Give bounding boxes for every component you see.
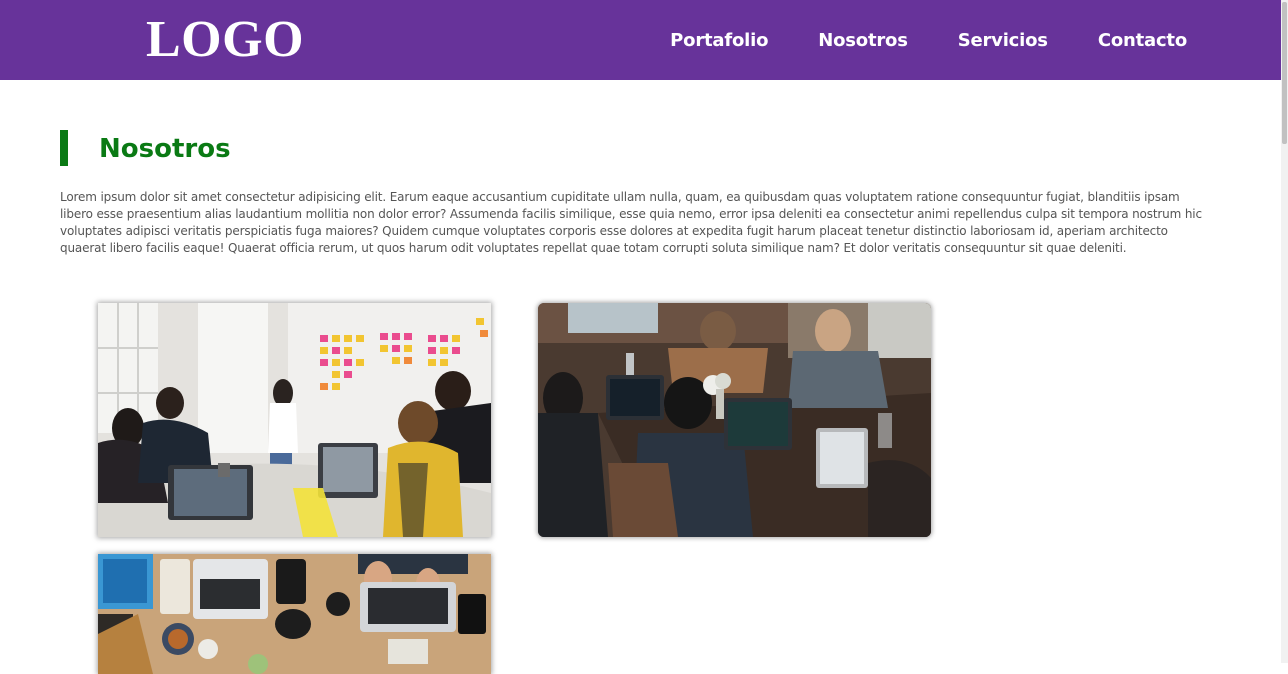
nav-link-contacto[interactable]: Contacto (1098, 30, 1187, 51)
main-nav: Portafolio Nosotros Servicios Contacto (670, 0, 1187, 80)
nav-link-servicios[interactable]: Servicios (958, 30, 1048, 51)
section-title: Nosotros (60, 130, 231, 166)
nav-link-nosotros[interactable]: Nosotros (818, 30, 908, 51)
site-logo[interactable]: LOGO (146, 8, 304, 72)
site-header: LOGO Portafolio Nosotros Servicios Conta… (0, 0, 1281, 80)
section-paragraph: Lorem ipsum dolor sit amet consectetur a… (60, 190, 1202, 255)
desk-top-view-photo (98, 554, 491, 674)
team-meeting-photo (98, 303, 491, 537)
nav-link-portafolio[interactable]: Portafolio (670, 30, 768, 51)
page-scrollbar[interactable] (1281, 0, 1288, 663)
scrollbar-thumb[interactable] (1282, 2, 1287, 144)
team-laptops-photo (538, 303, 931, 537)
